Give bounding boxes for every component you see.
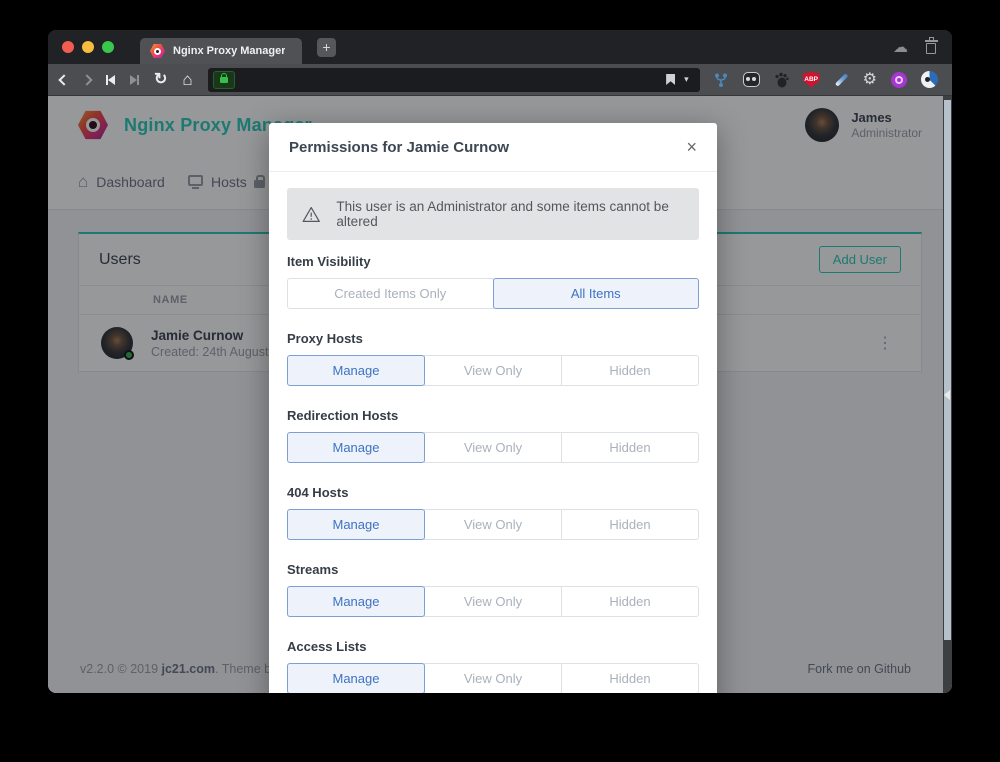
section-label: Item Visibility: [287, 254, 699, 269]
adblock-plus-icon[interactable]: ABP: [803, 72, 820, 88]
tab-title: Nginx Proxy Manager: [173, 45, 285, 57]
purple-extension-icon[interactable]: [891, 72, 907, 88]
option-manage[interactable]: Manage: [287, 586, 425, 617]
section-label: Proxy Hosts: [287, 331, 699, 346]
permission-options: Manage View Only Hidden: [287, 355, 699, 386]
zoom-window-button[interactable]: [102, 41, 114, 53]
option-view-only[interactable]: View Only: [424, 663, 562, 693]
gear-icon[interactable]: ⚙: [863, 72, 877, 88]
permission-options: Manage View Only Hidden: [287, 663, 699, 693]
gnome-foot-icon[interactable]: [774, 72, 789, 88]
section-404-hosts: 404 Hosts Manage View Only Hidden: [287, 485, 699, 540]
section-label: Redirection Hosts: [287, 408, 699, 423]
option-manage[interactable]: Manage: [287, 509, 425, 540]
permission-options: Manage View Only Hidden: [287, 509, 699, 540]
section-streams: Streams Manage View Only Hidden: [287, 562, 699, 617]
extension-area: ABP ⚙: [713, 71, 940, 88]
option-hidden[interactable]: Hidden: [561, 355, 699, 386]
section-label: Streams: [287, 562, 699, 577]
admin-notice-text: This user is an Administrator and some i…: [336, 199, 684, 229]
option-hidden[interactable]: Hidden: [561, 432, 699, 463]
pen-icon[interactable]: [835, 73, 848, 86]
forward-button[interactable]: [83, 76, 91, 84]
profile-icon[interactable]: [921, 71, 938, 88]
option-view-only[interactable]: View Only: [424, 355, 562, 386]
section-redirection-hosts: Redirection Hosts Manage View Only Hidde…: [287, 408, 699, 463]
permission-options: Manage View Only Hidden: [287, 586, 699, 617]
trash-icon[interactable]: [926, 43, 936, 54]
warning-icon: [302, 205, 320, 224]
option-hidden[interactable]: Hidden: [561, 586, 699, 617]
permission-options: Manage View Only Hidden: [287, 432, 699, 463]
mask-icon[interactable]: [743, 72, 760, 87]
admin-notice: This user is an Administrator and some i…: [287, 188, 699, 240]
tab-bar: Nginx Proxy Manager + ☁: [48, 30, 952, 64]
section-access-lists: Access Lists Manage View Only Hidden: [287, 639, 699, 693]
permissions-modal: Permissions for Jamie Curnow × This user…: [269, 123, 717, 693]
close-icon[interactable]: ×: [686, 138, 697, 156]
sync-cloud-icon[interactable]: ☁: [893, 38, 908, 56]
option-view-only[interactable]: View Only: [424, 586, 562, 617]
fast-forward-button[interactable]: [130, 75, 139, 85]
option-manage[interactable]: Manage: [287, 663, 425, 693]
fork-icon[interactable]: [713, 72, 729, 88]
window-controls: [62, 41, 114, 53]
favicon-npm-icon: [150, 44, 165, 59]
option-manage[interactable]: Manage: [287, 355, 425, 386]
option-hidden[interactable]: Hidden: [561, 509, 699, 540]
scrollbar-thumb[interactable]: [944, 100, 951, 640]
section-label: 404 Hosts: [287, 485, 699, 500]
visibility-options: Created Items Only All Items: [287, 278, 699, 309]
option-manage[interactable]: Manage: [287, 432, 425, 463]
option-all-items[interactable]: All Items: [493, 278, 700, 309]
chevron-down-icon[interactable]: ▾: [684, 74, 689, 85]
minimize-window-button[interactable]: [82, 41, 94, 53]
option-view-only[interactable]: View Only: [424, 509, 562, 540]
browser-tab[interactable]: Nginx Proxy Manager: [140, 38, 302, 64]
option-hidden[interactable]: Hidden: [561, 663, 699, 693]
address-bar[interactable]: ▾: [208, 68, 700, 92]
reload-button[interactable]: ↻: [154, 72, 167, 88]
rewind-button[interactable]: [106, 75, 115, 85]
new-tab-button[interactable]: +: [317, 38, 336, 57]
back-button[interactable]: [60, 76, 68, 84]
section-proxy-hosts: Proxy Hosts Manage View Only Hidden: [287, 331, 699, 386]
ssl-lock-icon[interactable]: [213, 71, 235, 89]
section-item-visibility: Item Visibility Created Items Only All I…: [287, 254, 699, 309]
option-created-items-only[interactable]: Created Items Only: [287, 278, 494, 309]
option-view-only[interactable]: View Only: [424, 432, 562, 463]
bookmark-icon[interactable]: [666, 74, 675, 85]
browser-window: Nginx Proxy Manager + ☁ ↻ ⌂ ▾ ABP ⚙: [48, 30, 952, 693]
panel-toggle-icon[interactable]: [944, 390, 950, 400]
abp-label: ABP: [804, 76, 818, 83]
close-window-button[interactable]: [62, 41, 74, 53]
modal-title: Permissions for Jamie Curnow: [289, 139, 509, 156]
browser-toolbar: ↻ ⌂ ▾ ABP ⚙: [48, 64, 952, 96]
section-label: Access Lists: [287, 639, 699, 654]
web-page: Nginx Proxy Manager James Administrator …: [48, 96, 952, 693]
home-button[interactable]: ⌂: [182, 71, 192, 88]
